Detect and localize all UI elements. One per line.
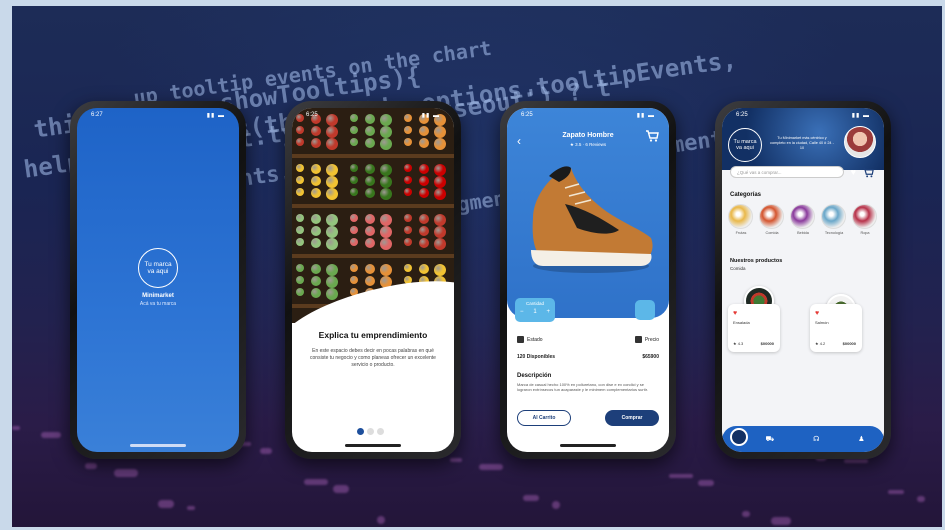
products-subheading: Comida [730,266,746,271]
signal-icon: ▮▮ ▬ [421,113,440,119]
product-price: $65900 [642,354,659,360]
tab-profile-icon[interactable]: ♟ [858,435,864,443]
category-list: Frutas Comida Bebida Tecnología Ropa [728,204,878,235]
page-dot-1[interactable] [357,428,364,435]
products-heading: Nuestros productos [730,258,783,264]
category-label: Bebida [797,231,809,235]
home-indicator[interactable] [130,444,186,447]
onboarding-description: En este espacio debes decir en pocas pal… [310,348,436,368]
quantity-value: 1 [533,309,537,315]
category-item-bebida[interactable]: Bebida [790,204,816,235]
code-background: up tooltip events on the chartthis.optio… [12,6,942,527]
category-label: Ropa [860,231,870,235]
category-image [790,204,815,229]
category-item-tecnología[interactable]: Tecnología [821,204,847,235]
status-time: 6:25 [306,112,318,118]
category-item-comida[interactable]: Comida [759,204,785,235]
status-icon [517,336,524,343]
phone-home: 6:25 ▮▮ ▬ Tu marca va aqui Tu Minimarket… [715,101,891,459]
category-item-ropa[interactable]: Ropa [852,204,878,235]
category-label: Tecnología [824,231,844,235]
tab-support-icon[interactable]: ☊ [813,435,819,443]
home-screen: 6:25 ▮▮ ▬ Tu marca va aqui Tu Minimarket… [722,108,884,452]
buy-button[interactable]: Comprar [605,410,659,426]
categories-heading: Categorías [730,192,762,198]
home-indicator[interactable] [560,444,616,447]
phone-onboarding: 6:25 ▮▮ ▬ Explica tu emprendimiento En e… [285,101,461,459]
page-dot-3[interactable] [377,428,384,435]
onboarding-title: Explica tu emprendimiento [318,330,428,340]
category-label: Frutas [735,231,747,235]
quantity-stepper[interactable]: Cantidad − 1 + [515,298,555,322]
status-time: 6:25 [521,112,533,118]
category-image [759,204,784,229]
signal-icon: ▮▮ ▬ [851,113,870,119]
heart-icon[interactable]: ♥ [733,310,737,317]
description-heading: Descripción [517,373,552,379]
price-label: Precio [644,336,659,343]
product-name: Ensalada [733,320,750,325]
signal-icon: ▮▮ ▬ [206,113,225,119]
product-price: $00000 [760,341,774,346]
product-rating: ★ 4.3 [733,341,744,346]
quantity-label: Cantidad [525,301,544,306]
add-to-cart-button[interactable]: Al Carrito [517,410,571,426]
splash-screen: 6:27 ▮▮ ▬ Tu marca va aqui Minimarket Ac… [77,108,239,452]
product-rating: ★ 4.2 [815,341,826,346]
tab-home-button[interactable] [730,428,748,446]
tab-delivery-icon[interactable]: ⛟ [765,435,774,444]
product-price: $00000 [842,341,856,346]
header-text: Tu Minimarket más céntrico y completo en… [770,136,834,150]
cart-icon[interactable] [862,167,874,178]
product-card[interactable]: ♥ Salmón ★ 4.2 $00000 [810,304,862,352]
brand-tagline: Acá va tu marca [139,301,177,307]
quantity-minus-button[interactable]: − [520,309,524,315]
stock-available: 120 Disponibles [517,354,556,360]
home-indicator[interactable] [345,444,401,447]
product-card[interactable]: ♥ Ensalada ★ 4.3 $00000 [728,304,780,352]
brand-logo: Tu marca va aqui [138,248,178,288]
page-dot-2[interactable] [367,428,374,435]
product-name: Salmón [815,320,829,325]
status-time: 6:27 [91,112,103,118]
signal-icon: ▮▮ ▬ [636,113,655,119]
heart-icon[interactable]: ♥ [815,310,819,317]
cart-icon[interactable] [645,130,659,142]
search-input[interactable]: ¿Qué vas a comprar... [730,166,844,178]
description-text: Marca de casual hecho 100% en poliuretan… [517,382,648,393]
quantity-plus-button[interactable]: + [547,309,551,315]
product-detail-screen: 6:25 ▮▮ ▬ ‹ Zapato Hombre ★ 3.5 · 6 Revi… [507,108,669,452]
shoe-image [531,166,653,273]
phone-product-detail: 6:25 ▮▮ ▬ ‹ Zapato Hombre ★ 3.5 · 6 Revi… [500,101,676,459]
product-rating: ★ 3.5 · 6 Reviews [569,142,607,147]
phone-splash: 6:27 ▮▮ ▬ Tu marca va aqui Minimarket Ac… [70,101,246,459]
status-time: 6:25 [736,112,748,118]
avatar[interactable] [844,126,876,158]
heart-icon[interactable]: ♥ [851,167,856,177]
brand-name: Minimarket [142,293,174,299]
page-indicator [357,428,384,435]
state-label: Estado [527,336,543,343]
category-image [821,204,846,229]
onboarding-screen: 6:25 ▮▮ ▬ Explica tu emprendimiento En e… [292,108,454,452]
price-icon [634,336,642,343]
category-label: Comida [765,231,779,235]
brand-logo: Tu marca va aqui [728,128,762,162]
category-item-frutas[interactable]: Frutas [728,204,754,235]
favorite-button[interactable] [635,300,655,320]
category-image [852,204,877,229]
category-image [728,204,753,229]
